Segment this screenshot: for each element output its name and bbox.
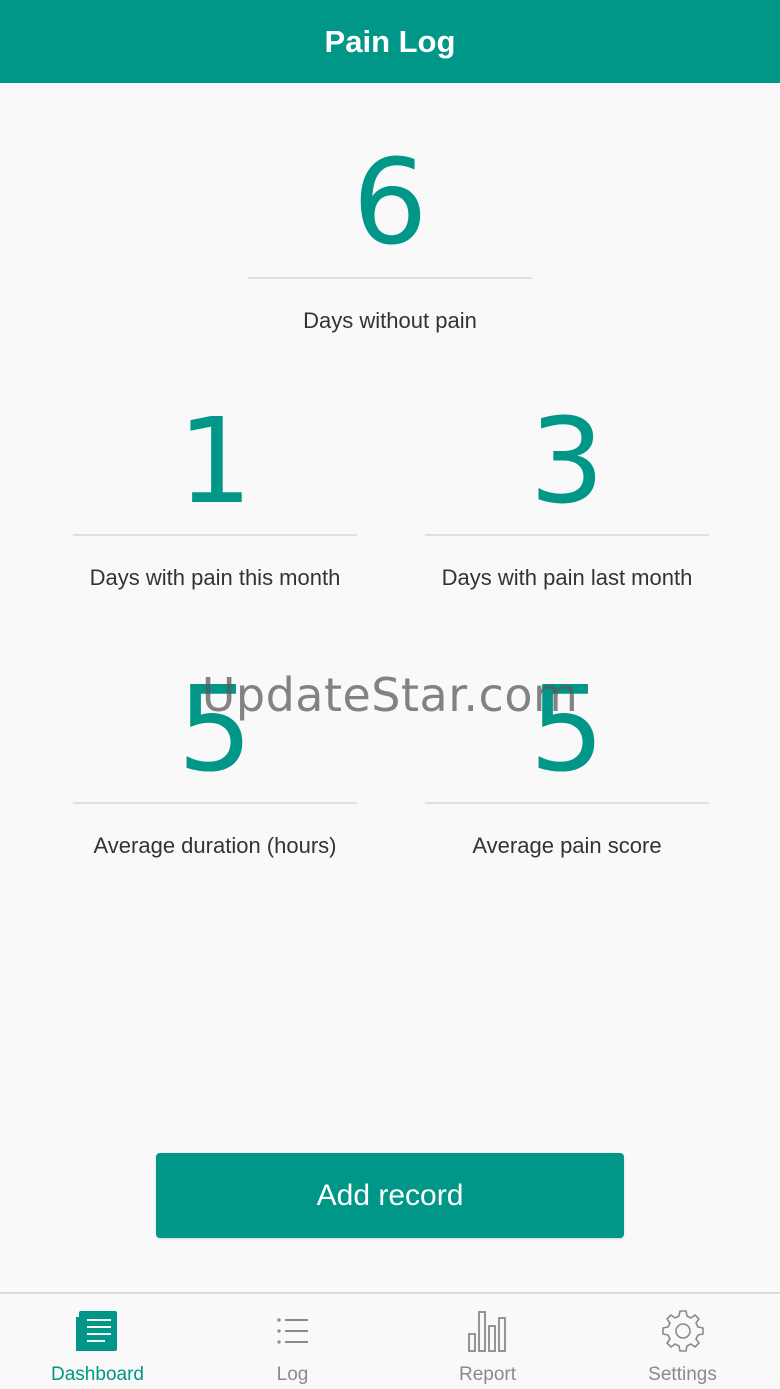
nav-dashboard[interactable]: Dashboard [0, 1294, 195, 1389]
dashboard-icon [75, 1311, 117, 1351]
stat-value: 3 [529, 392, 605, 530]
bar-chart-icon [467, 1311, 506, 1352]
stat-average-duration: 5 Average duration (hours) [73, 670, 357, 859]
divider [425, 534, 709, 536]
list-icon [276, 1318, 308, 1344]
stat-value: 5 [529, 660, 605, 798]
nav-report[interactable]: Report [390, 1294, 585, 1389]
divider [425, 802, 709, 804]
stat-days-pain-last-month: 3 Days with pain last month [425, 402, 709, 591]
divider [73, 534, 357, 536]
nav-label: Dashboard [51, 1364, 144, 1385]
stat-days-pain-this-month: 1 Days with pain this month [73, 402, 357, 591]
stat-value: 1 [177, 392, 253, 530]
stat-label: Average pain score [472, 833, 662, 858]
stat-label: Days without pain [303, 308, 477, 333]
nav-label: Report [458, 1364, 517, 1385]
stat-label: Days with pain this month [89, 565, 341, 590]
bottom-navigation: Dashboard Log Report Settings [0, 1292, 780, 1389]
stat-label: Days with pain last month [441, 565, 693, 590]
divider [73, 802, 357, 804]
app-bar: Pain Log [0, 0, 780, 83]
stat-value: 5 [177, 660, 253, 798]
stat-label: Average duration (hours) [93, 833, 337, 858]
stat-value: 6 [352, 133, 428, 271]
nav-log[interactable]: Log [195, 1294, 390, 1389]
app-title: Pain Log [324, 23, 456, 59]
nav-label: Settings [648, 1364, 717, 1385]
nav-label: Log [276, 1364, 309, 1385]
divider [248, 277, 532, 279]
nav-settings[interactable]: Settings [585, 1294, 780, 1389]
add-record-button[interactable]: Add record [156, 1153, 624, 1238]
stat-days-without-pain: 6 Days without pain [248, 143, 532, 334]
stat-average-pain-score: 5 Average pain score [425, 670, 709, 859]
gear-icon [661, 1310, 704, 1352]
